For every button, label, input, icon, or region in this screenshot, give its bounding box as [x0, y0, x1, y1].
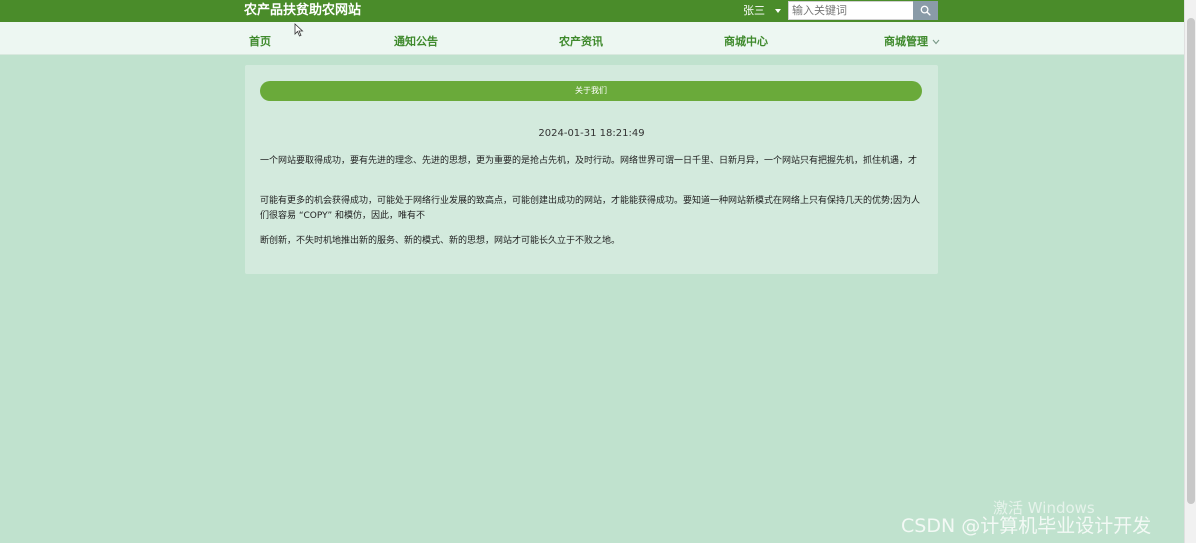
nav-item-label: 商城中心: [724, 35, 768, 48]
paragraph: 可能有更多的机会获得成功，可能处于网络行业发展的致高点，可能创建出成功的网站，才…: [260, 196, 921, 221]
search-button[interactable]: [913, 1, 938, 20]
main-nav: 首页 通知公告 农产资讯 商城中心 商城管理: [0, 22, 1184, 55]
paragraph: 一个网站要取得成功，要有先进的理念、先进的思想，更为重要的是抢占先机，及时行动。…: [260, 156, 918, 166]
nav-item-home[interactable]: 首页: [249, 35, 271, 48]
nav-item-news[interactable]: 农产资讯: [559, 35, 603, 48]
section-title-bar: 关于我们: [260, 81, 922, 101]
nav-item-mall-center[interactable]: 商城中心: [724, 35, 768, 48]
nav-item-label: 通知公告: [394, 35, 438, 48]
site-title[interactable]: 农产品扶贫助农网站: [244, 3, 361, 19]
mouse-cursor-icon: [294, 23, 304, 37]
user-menu[interactable]: 张三: [743, 4, 781, 18]
paragraph: 断创新，不失时机地推出新的服务、新的模式、新的思想，网站才可能长久立于不败之地。: [260, 236, 621, 246]
vertical-scrollbar[interactable]: [1184, 0, 1196, 543]
nav-item-label: 农产资讯: [559, 35, 603, 48]
csdn-watermark: CSDN @计算机毕业设计开发: [901, 515, 1152, 537]
scrollbar-thumb[interactable]: [1187, 18, 1195, 504]
user-name: 张三: [743, 4, 765, 17]
nav-item-label: 首页: [249, 35, 271, 48]
about-card: 关于我们 2024-01-31 18:21:49 一个网站要取得成功，要有先进的…: [245, 65, 938, 274]
nav-item-mall-management[interactable]: 商城管理: [884, 35, 940, 48]
search-input[interactable]: [788, 1, 914, 20]
chevron-down-icon: [932, 39, 940, 44]
publish-date: 2024-01-31 18:21:49: [538, 128, 645, 139]
caret-down-icon: [775, 9, 781, 13]
search-icon: [920, 5, 931, 16]
top-header: 农产品扶贫助农网站 张三: [0, 0, 1184, 22]
nav-item-label: 商城管理: [884, 35, 928, 48]
nav-item-notices[interactable]: 通知公告: [394, 35, 438, 48]
